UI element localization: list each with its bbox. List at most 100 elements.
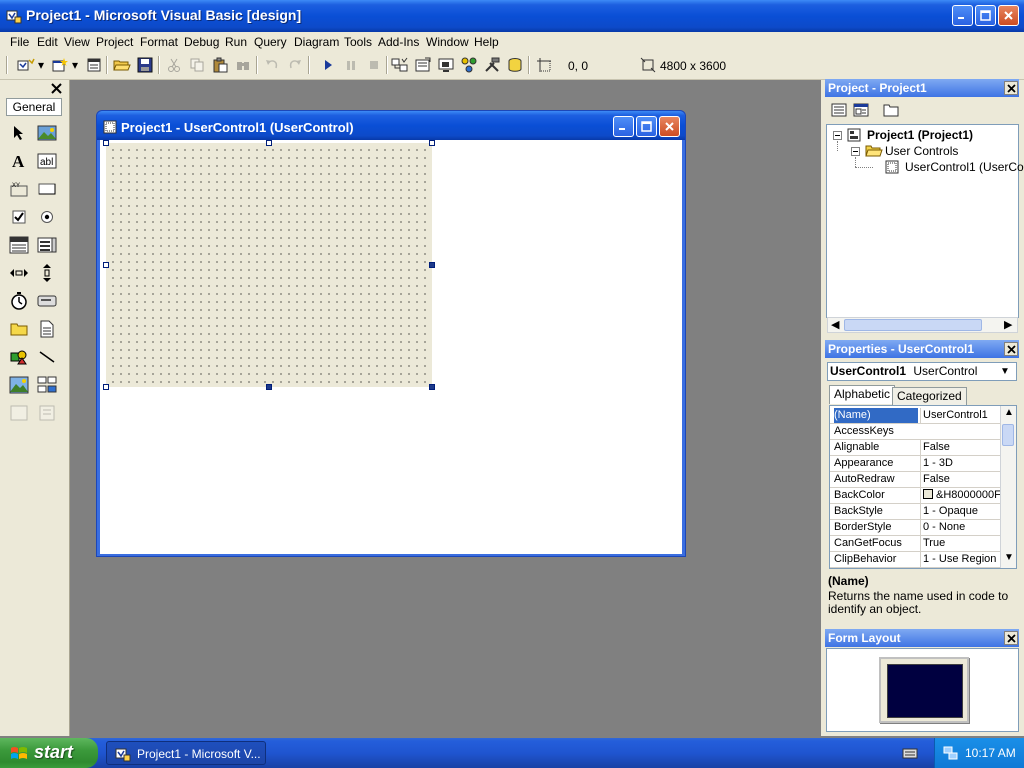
- resize-handle-left[interactable]: [103, 262, 109, 268]
- property-value[interactable]: UserControl1: [920, 408, 1000, 423]
- designer-minimize-button[interactable]: [613, 116, 634, 137]
- property-row-autoredraw[interactable]: AutoRedraw False: [830, 472, 1000, 488]
- project-panel-close-button[interactable]: [1004, 81, 1018, 95]
- toolbar-grip[interactable]: [6, 56, 8, 74]
- tool-image[interactable]: [8, 374, 30, 396]
- resize-handle-top-left[interactable]: [103, 140, 109, 146]
- toolbox-button[interactable]: [482, 55, 502, 75]
- monitor-screen[interactable]: [887, 664, 963, 718]
- tree-item-user-controls[interactable]: User Controls: [885, 144, 958, 158]
- tool-line[interactable]: [36, 346, 58, 368]
- menu-debug[interactable]: Debug: [184, 35, 219, 49]
- scroll-thumb[interactable]: [1002, 424, 1014, 446]
- property-row-clipbehavior[interactable]: ClipBehavior 1 - Use Region: [830, 552, 1000, 568]
- tool-commandbutton[interactable]: [36, 178, 58, 200]
- designer-title-bar[interactable]: Project1 - UserControl1 (UserControl): [97, 111, 685, 140]
- menu-tools[interactable]: Tools: [344, 35, 372, 49]
- resize-handle-bottom-left[interactable]: [103, 384, 109, 390]
- properties-panel-close-button[interactable]: [1004, 342, 1018, 356]
- add-project-button[interactable]: [16, 55, 36, 75]
- keyboard-tray-icon[interactable]: [902, 746, 918, 760]
- end-button[interactable]: [364, 55, 384, 75]
- view-code-button[interactable]: [829, 100, 849, 120]
- form-layout-close-button[interactable]: [1004, 631, 1018, 645]
- tool-timer[interactable]: [8, 290, 30, 312]
- start-run-button[interactable]: [318, 55, 338, 75]
- tab-alphabetic[interactable]: Alphabetic: [829, 385, 896, 404]
- network-tray-icon[interactable]: [943, 745, 959, 761]
- tool-ole[interactable]: [8, 402, 30, 424]
- form-layout-view[interactable]: [826, 648, 1019, 732]
- tool-frame[interactable]: XY: [8, 178, 30, 200]
- dropdown-arrow-icon-2[interactable]: ▾: [72, 58, 78, 72]
- property-row-backcolor[interactable]: BackColor &H8000000F: [830, 488, 1000, 504]
- property-value[interactable]: 1 - Use Region: [920, 552, 1000, 567]
- add-form-button[interactable]: [50, 55, 70, 75]
- resize-handle-top[interactable]: [266, 140, 272, 146]
- project-tree-hscrollbar[interactable]: ◀ ▶: [827, 317, 1018, 333]
- usercontrol-design-surface[interactable]: [106, 143, 432, 387]
- project-panel-title[interactable]: Project - Project1: [825, 79, 1019, 97]
- break-button[interactable]: [341, 55, 361, 75]
- designer-client-area[interactable]: [100, 140, 682, 554]
- scroll-right-icon[interactable]: ▶: [1004, 318, 1012, 331]
- tool-ole-2[interactable]: [36, 402, 58, 424]
- tool-data[interactable]: [36, 374, 58, 396]
- menu-add-ins[interactable]: Add-Ins: [378, 35, 419, 49]
- property-value[interactable]: False: [920, 472, 1000, 487]
- tool-filelistbox[interactable]: [36, 318, 58, 340]
- properties-window-button[interactable]: [413, 55, 433, 75]
- project-tree[interactable]: Project1 (Project1) User Controls UserCo…: [826, 124, 1024, 333]
- property-value[interactable]: &H8000000F: [920, 488, 1000, 503]
- taskbar-item-vb[interactable]: Project1 - Microsoft V...: [106, 741, 266, 765]
- tool-checkbox[interactable]: [8, 206, 30, 228]
- menu-query[interactable]: Query: [254, 35, 287, 49]
- scroll-thumb[interactable]: [844, 319, 982, 331]
- menu-window[interactable]: Window: [426, 35, 469, 49]
- tab-categorized[interactable]: Categorized: [892, 387, 967, 406]
- tree-item-usercontrol1[interactable]: UserControl1 (UserControl1): [905, 160, 1024, 174]
- menu-format[interactable]: Format: [140, 35, 178, 49]
- property-row-alignable[interactable]: Alignable False: [830, 440, 1000, 456]
- tool-dirlistbox[interactable]: [8, 318, 30, 340]
- tool-hscrollbar[interactable]: [8, 262, 30, 284]
- form-layout-button[interactable]: [436, 55, 456, 75]
- usercontrol-designer-window[interactable]: Project1 - UserControl1 (UserControl): [96, 110, 686, 557]
- project-explorer-button[interactable]: [390, 55, 410, 75]
- property-grid-vscrollbar[interactable]: ▲ ▼: [1000, 406, 1016, 568]
- start-button[interactable]: start: [0, 738, 98, 768]
- property-value[interactable]: False: [920, 440, 1000, 455]
- resize-handle-right[interactable]: [429, 262, 435, 268]
- menu-editor-button[interactable]: [84, 55, 104, 75]
- copy-button[interactable]: [187, 55, 207, 75]
- paste-button[interactable]: [210, 55, 230, 75]
- tool-pointer[interactable]: [8, 122, 30, 144]
- property-row-backstyle[interactable]: BackStyle 1 - Opaque: [830, 504, 1000, 520]
- tool-textbox[interactable]: abl: [36, 150, 58, 172]
- toolbox-tab-general[interactable]: General: [6, 98, 62, 116]
- property-row-cangetfocus[interactable]: CanGetFocus True: [830, 536, 1000, 552]
- menu-diagram[interactable]: Diagram: [294, 35, 339, 49]
- redo-button[interactable]: [285, 55, 305, 75]
- property-value[interactable]: 1 - Opaque: [920, 504, 1000, 519]
- tool-drivelistbox[interactable]: [36, 290, 58, 312]
- property-row-name[interactable]: (Name) UserControl1: [830, 408, 1000, 424]
- minimize-button[interactable]: [952, 5, 973, 26]
- menu-project[interactable]: Project: [96, 35, 133, 49]
- property-row-accesskeys[interactable]: AccessKeys: [830, 424, 1000, 440]
- main-title-bar[interactable]: Project1 - Microsoft Visual Basic [desig…: [0, 0, 1024, 32]
- resize-handle-bottom[interactable]: [266, 384, 272, 390]
- tool-listbox[interactable]: [36, 234, 58, 256]
- resize-handle-bottom-right[interactable]: [429, 384, 435, 390]
- designer-close-button[interactable]: [659, 116, 680, 137]
- tool-shape[interactable]: [8, 346, 30, 368]
- toolbox-close-icon[interactable]: [50, 82, 63, 95]
- tool-vscrollbar[interactable]: [36, 262, 58, 284]
- tool-combobox[interactable]: [8, 234, 30, 256]
- form-layout-panel-title[interactable]: Form Layout: [825, 629, 1019, 647]
- scroll-down-icon[interactable]: ▼: [1004, 552, 1014, 563]
- resize-handle-top-right[interactable]: [429, 140, 435, 146]
- tool-optionbutton[interactable]: [36, 206, 58, 228]
- object-browser-button[interactable]: [459, 55, 479, 75]
- property-row-borderstyle[interactable]: BorderStyle 0 - None: [830, 520, 1000, 536]
